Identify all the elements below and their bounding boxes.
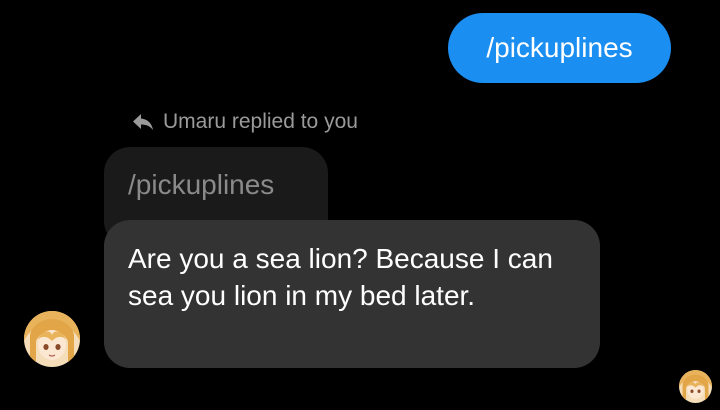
reply-context-header: Umaru replied to you <box>131 110 358 134</box>
sender-avatar[interactable] <box>24 311 80 367</box>
reply-context-label: Umaru replied to you <box>163 110 358 133</box>
reply-arrow-icon <box>131 112 155 132</box>
received-message-bubble[interactable]: Are you a sea lion? Because I can sea yo… <box>104 220 600 368</box>
received-message-text: Are you a sea lion? Because I can sea yo… <box>128 243 553 311</box>
quoted-message-text: /pickuplines <box>128 169 275 200</box>
seen-receipt-avatar <box>679 370 712 403</box>
sent-message-bubble[interactable]: /pickuplines <box>448 13 671 83</box>
